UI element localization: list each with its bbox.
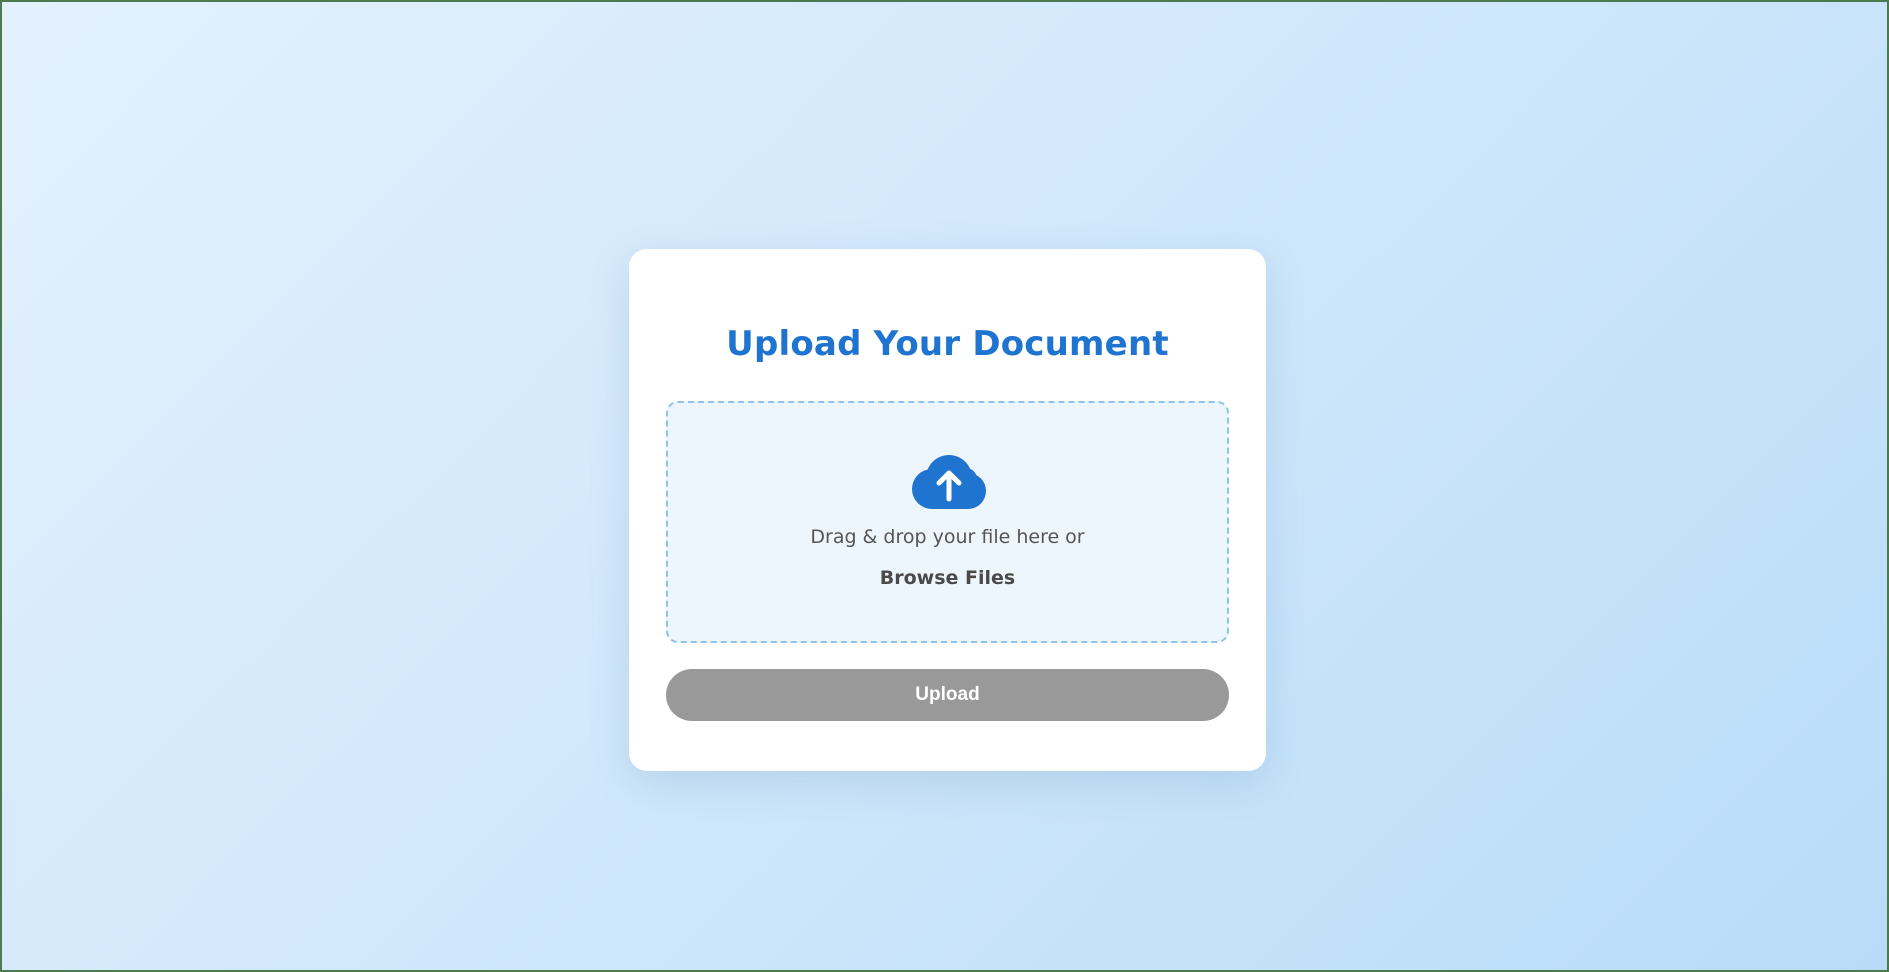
cloud-upload-icon	[912, 455, 986, 509]
dropzone-instruction: Drag & drop your file here or	[810, 526, 1085, 548]
file-dropzone[interactable]: Drag & drop your file here or Browse Fil…	[666, 401, 1229, 643]
browse-files-button[interactable]: Browse Files	[880, 567, 1015, 589]
page-title: Upload Your Document	[726, 324, 1169, 364]
upload-card: Upload Your Document Drag & drop your fi…	[629, 249, 1266, 771]
upload-button[interactable]: Upload	[666, 669, 1229, 721]
